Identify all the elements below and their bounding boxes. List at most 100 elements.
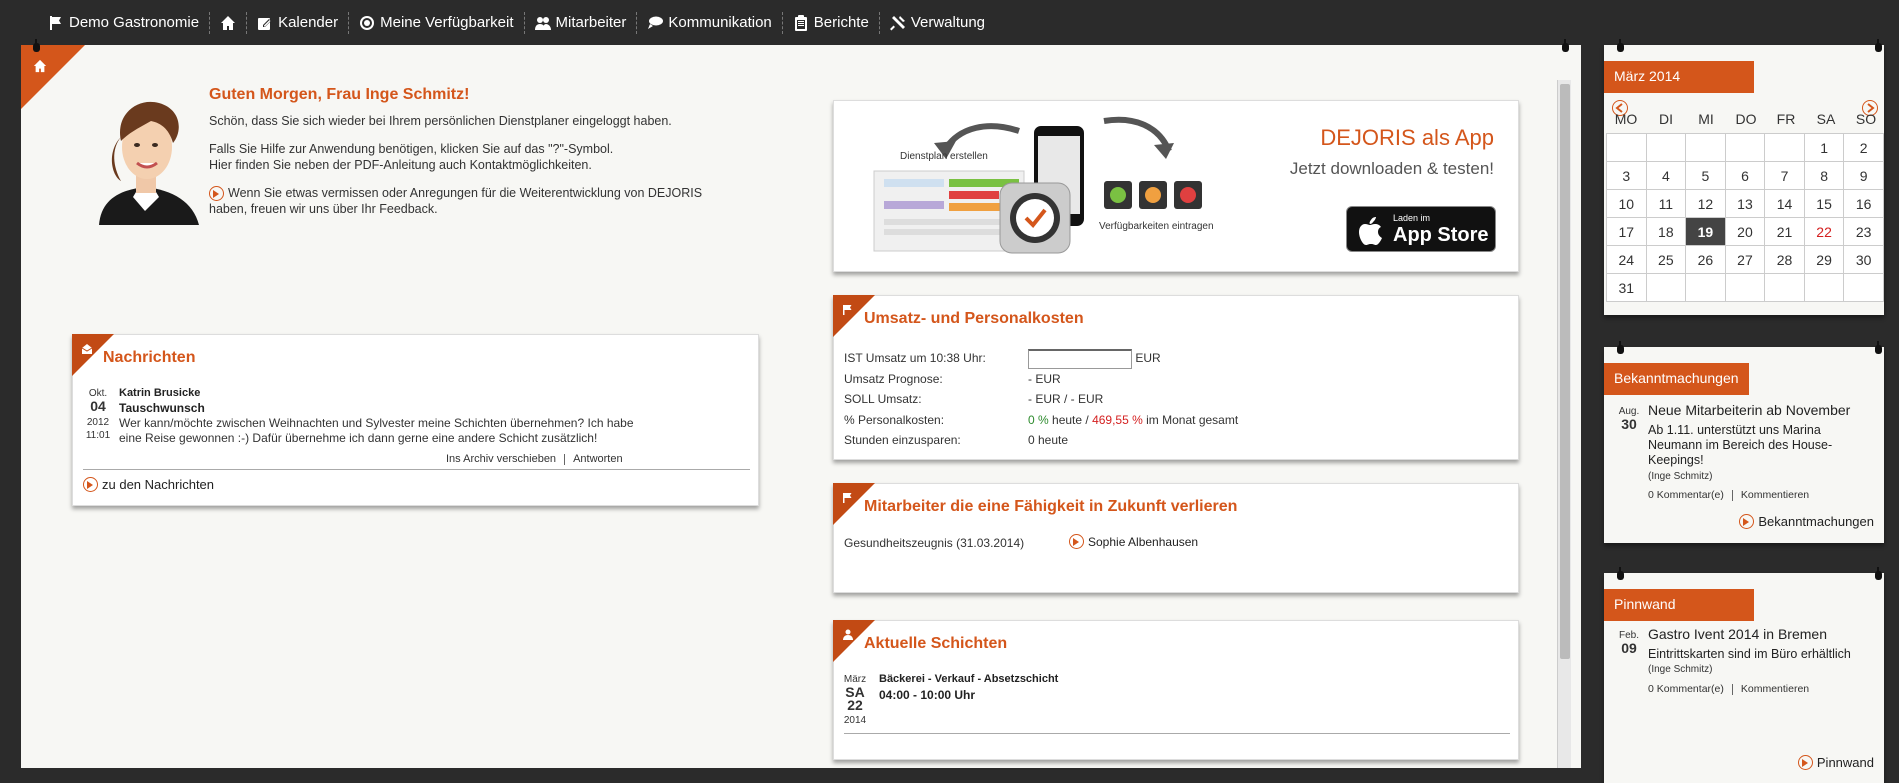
calendar-empty-cell — [1764, 133, 1805, 162]
nav-item-verwaltung[interactable]: Verwaltung — [880, 12, 995, 34]
calendar-day[interactable]: 30 — [1843, 245, 1884, 274]
arrow-right-icon — [83, 477, 98, 492]
announcement-author: (Inge Schmitz) — [1648, 471, 1713, 482]
calendar-day[interactable]: 7 — [1764, 161, 1805, 190]
sales-labels: IST Umsatz um 10:38 Uhr: Umsatz Prognose… — [844, 348, 986, 451]
calendar-empty-cell — [1764, 273, 1805, 302]
arrow-right-icon — [1069, 534, 1084, 549]
nav-item-berichte[interactable]: Berichte — [783, 11, 880, 34]
nav-item-verfuegbarkeit[interactable]: Meine Verfügbarkeit — [349, 11, 525, 34]
calendar-day[interactable]: 6 — [1724, 161, 1766, 190]
chat-icon — [648, 16, 664, 29]
pinboard-headline: Gastro Ivent 2014 in Bremen — [1648, 626, 1827, 642]
main-scrollbar[interactable] — [1557, 80, 1571, 768]
pin-icon — [1616, 567, 1624, 581]
ist-sales-input[interactable] — [1028, 348, 1132, 369]
nav-item-demo-gastronomie[interactable]: Demo Gastronomie — [48, 11, 211, 34]
nav-label: Mitarbeiter — [555, 14, 627, 31]
comment-link[interactable]: Kommentieren — [1733, 683, 1817, 695]
help-line-2: Hier finden Sie neben der PDF-Anleitung … — [209, 158, 592, 172]
calendar-day[interactable]: 24 — [1606, 245, 1647, 274]
users-icon — [534, 16, 551, 30]
nav-item-kalender[interactable]: Kalender — [247, 11, 350, 34]
announcements-link[interactable]: Bekanntmachungen — [1739, 514, 1874, 529]
calendar-day[interactable]: 8 — [1803, 161, 1845, 190]
calendar-day[interactable]: 25 — [1645, 245, 1687, 274]
envelope-icon — [81, 344, 93, 354]
employee-link[interactable]: Sophie Albenhausen — [1069, 534, 1198, 549]
app-store-label: App Store — [1393, 224, 1489, 246]
calendar-day[interactable]: 13 — [1724, 189, 1766, 218]
app-store-button[interactable]: Laden im App Store — [1346, 206, 1496, 252]
announcement-actions: 0 Kommentar(e) Kommentieren — [1640, 489, 1817, 501]
edit-icon — [258, 17, 272, 30]
pinboard-text: Eintrittskarten sind im Büro erhältlich — [1648, 647, 1851, 661]
calendar-week-row: 10 11 12 13 14 15 16 — [1606, 189, 1884, 218]
arrow-right-icon[interactable] — [209, 186, 224, 202]
news-link-label: zu den Nachrichten — [102, 477, 215, 492]
calendar-day[interactable]: 20 — [1724, 217, 1766, 246]
nav-item-kommunikation[interactable]: Kommunikation — [637, 11, 783, 34]
message-actions: Ins Archiv verschieben Antworten — [438, 453, 631, 465]
calendar-grid: 1 2 3 4 5 6 7 8 9 10 11 12 13 14 15 16 17 18 19 20 21 22 23 24 2… — [1606, 133, 1884, 302]
feedback-line-1: Wenn Sie etwas vermissen oder Anregungen… — [228, 186, 703, 200]
archive-link[interactable]: Ins Archiv verschieben — [438, 453, 564, 465]
message-time: 11:01 — [85, 430, 111, 441]
calendar-day[interactable]: 22 — [1803, 217, 1845, 246]
main-content: Guten Morgen, Frau Inge Schmitz! Schön, … — [21, 39, 1581, 768]
calendar-day[interactable]: 12 — [1685, 189, 1726, 218]
calendar-day[interactable]: 18 — [1645, 217, 1687, 246]
pk-today: 0 % — [1028, 412, 1049, 427]
ist-label: IST Umsatz um 10:38 Uhr: — [844, 351, 986, 365]
calendar-day[interactable]: 3 — [1606, 161, 1647, 190]
home-icon — [33, 59, 47, 73]
weekday-label: MI — [1698, 111, 1714, 127]
news-link[interactable]: zu den Nachrichten — [83, 477, 214, 492]
pinboard-panel: Pinnwand Feb. 09 Gastro Ivent 2014 in Br… — [1604, 567, 1884, 783]
app-banner-subtitle: Jetzt downloaden & testen! — [1289, 159, 1494, 178]
calendar-day[interactable]: 29 — [1803, 245, 1845, 274]
calendar-day[interactable]: 9 — [1843, 161, 1884, 190]
tools-icon — [889, 15, 905, 30]
calendar-day[interactable]: 21 — [1764, 217, 1805, 246]
calendar-day[interactable]: 1 — [1803, 133, 1845, 162]
calendar-day-today[interactable]: 19 — [1685, 217, 1726, 246]
nav-item-mitarbeiter[interactable]: Mitarbeiter — [525, 11, 638, 34]
calendar-empty-cell — [1724, 133, 1766, 162]
calendar-empty-cell — [1606, 133, 1647, 162]
calendar-day[interactable]: 17 — [1606, 217, 1647, 246]
app-banner[interactable]: Dienstplan erstellen Verfügbarkeiten ein… — [833, 100, 1519, 272]
calendar-empty-cell — [1645, 273, 1687, 302]
calendar-day[interactable]: 14 — [1764, 189, 1805, 218]
calendar-day[interactable]: 23 — [1843, 217, 1884, 246]
calendar-day[interactable]: 27 — [1724, 245, 1766, 274]
calendar-day[interactable]: 15 — [1803, 189, 1845, 218]
calendar-day[interactable]: 11 — [1645, 189, 1687, 218]
weekday-label: SA — [1816, 111, 1836, 127]
expiring-skill: Gesundheitszeugnis (31.03.2014) — [844, 536, 1025, 550]
calendar-day[interactable]: 16 — [1843, 189, 1884, 218]
calendar-day[interactable]: 26 — [1685, 245, 1726, 274]
shift-day: 22 — [847, 697, 863, 713]
calendar-day[interactable]: 28 — [1764, 245, 1805, 274]
ist-row: EUR — [1028, 348, 1238, 369]
announcement-text: Ab 1.11. unterstützt uns Marina Neumann … — [1648, 423, 1833, 467]
calendar-day[interactable]: 4 — [1645, 161, 1687, 190]
soll-value: - EUR / - EUR — [1028, 392, 1104, 407]
prognose-value: - EUR — [1028, 371, 1061, 386]
flag-icon — [50, 15, 61, 30]
calendar-day[interactable]: 31 — [1606, 273, 1647, 302]
pinboard-actions: 0 Kommentar(e) Kommentieren — [1640, 683, 1817, 695]
weekday-label: MO — [1614, 111, 1638, 127]
comment-link[interactable]: Kommentieren — [1733, 489, 1817, 501]
ist-unit: EUR — [1135, 351, 1161, 365]
pin-icon — [1874, 341, 1882, 355]
calendar-day[interactable]: 5 — [1685, 161, 1726, 190]
reply-link[interactable]: Antworten — [565, 453, 631, 465]
calendar-day[interactable]: 2 — [1843, 133, 1884, 162]
announcements-panel: Bekanntmachungen Aug. 30 Neue Mitarbeite… — [1604, 341, 1884, 543]
top-navigation: Demo Gastronomie Kalender Meine Verfügba… — [0, 0, 1899, 45]
nav-item-home[interactable] — [210, 11, 248, 34]
calendar-day[interactable]: 10 — [1606, 189, 1647, 218]
scrollbar-thumb[interactable] — [1560, 84, 1570, 659]
